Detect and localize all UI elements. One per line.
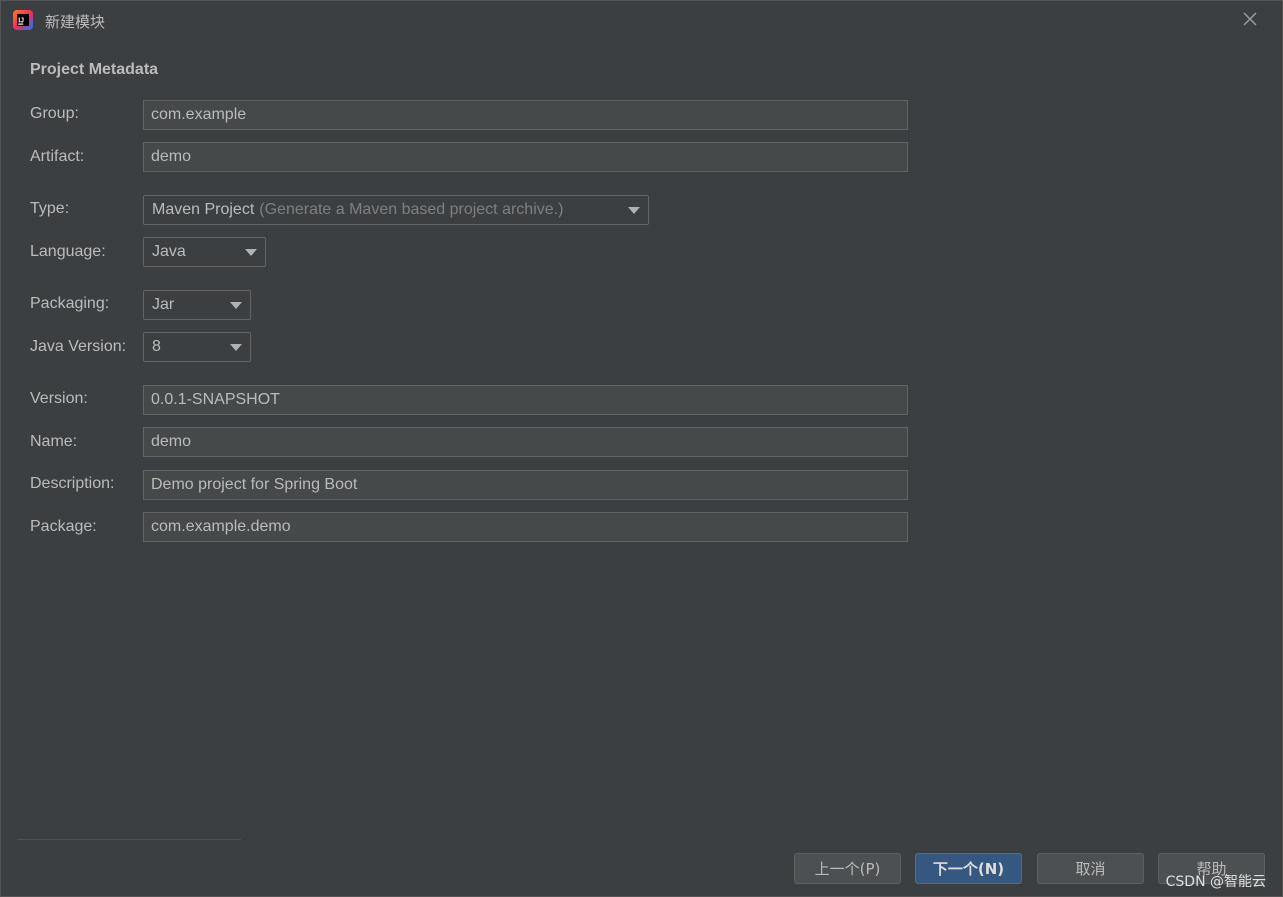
chevron-down-icon	[230, 344, 242, 351]
packaging-label: Packaging:	[30, 295, 110, 312]
package-field[interactable]	[143, 512, 908, 542]
description-label: Description:	[30, 475, 115, 492]
language-select-value: Java	[152, 243, 186, 260]
description-field[interactable]	[143, 470, 908, 500]
previous-button[interactable]: 上一个(P)	[794, 853, 901, 884]
footer-divider	[17, 839, 241, 840]
group-label: Group:	[30, 105, 79, 122]
svg-text:IJ: IJ	[18, 18, 24, 25]
packaging-select[interactable]: Jar	[143, 290, 251, 320]
language-select[interactable]: Java	[143, 237, 266, 267]
java-version-select-value: 8	[152, 338, 161, 355]
watermark-text: CSDN @智能云	[1165, 874, 1266, 890]
group-field[interactable]	[143, 100, 908, 130]
java-version-label: Java Version:	[30, 338, 127, 355]
name-field[interactable]	[143, 427, 908, 457]
new-module-dialog: IJ 新建模块 Project Metadata Group: Artifact…	[0, 0, 1283, 897]
section-title: Project Metadata	[30, 61, 159, 78]
java-version-select[interactable]: 8	[143, 332, 251, 362]
chevron-down-icon	[230, 302, 242, 309]
title-bar: IJ 新建模块	[1, 1, 1282, 39]
packaging-select-value: Jar	[152, 296, 175, 313]
chevron-down-icon	[628, 207, 640, 214]
version-field[interactable]	[143, 385, 908, 415]
language-label: Language:	[30, 243, 106, 260]
type-select-value: Maven Project	[152, 201, 255, 218]
close-icon[interactable]	[1240, 9, 1260, 29]
type-select-hint: (Generate a Maven based project archive.…	[259, 201, 564, 218]
intellij-idea-icon: IJ	[12, 9, 34, 31]
cancel-button[interactable]: 取消	[1037, 853, 1144, 884]
name-label: Name:	[30, 433, 78, 450]
package-label: Package:	[30, 518, 97, 535]
window-title: 新建模块	[45, 13, 106, 31]
chevron-down-icon	[245, 249, 257, 256]
version-label: Version:	[30, 390, 88, 407]
type-label: Type:	[30, 200, 70, 217]
type-select[interactable]: Maven Project (Generate a Maven based pr…	[143, 195, 649, 225]
artifact-label: Artifact:	[30, 148, 85, 165]
next-button[interactable]: 下一个(N)	[915, 853, 1022, 884]
artifact-field[interactable]	[143, 142, 908, 172]
